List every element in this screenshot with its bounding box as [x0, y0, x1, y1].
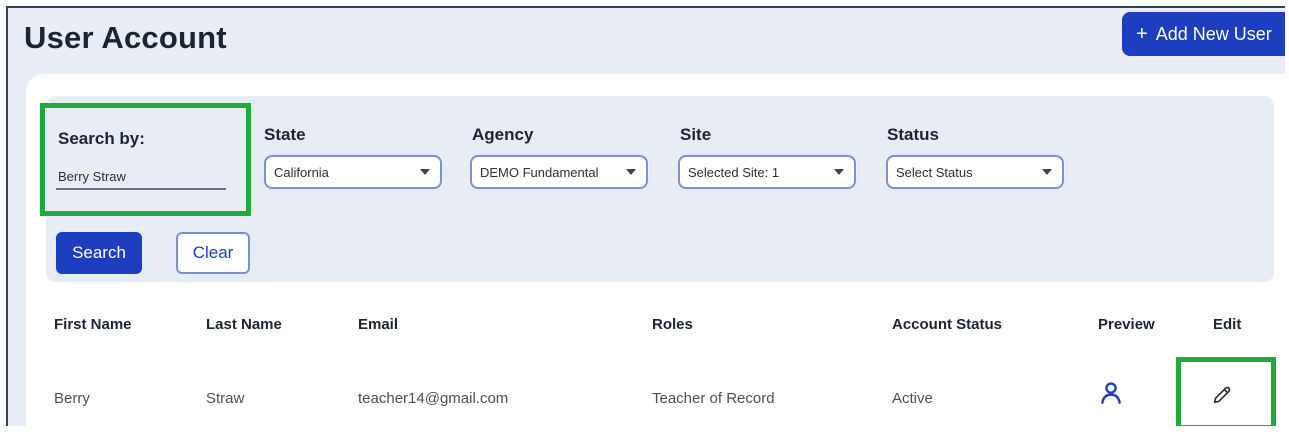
column-header-first-name: First Name — [54, 316, 132, 333]
cell-first-name: Berry — [54, 390, 90, 407]
column-header-email: Email — [358, 316, 399, 333]
column-header-roles: Roles — [652, 316, 693, 333]
status-label: Status — [887, 125, 939, 144]
site-select-value: Selected Site: 1 — [688, 164, 780, 180]
cell-last-name: Straw — [206, 390, 245, 407]
cell-role: Teacher of Record — [652, 390, 775, 407]
column-header-edit: Edit — [1213, 316, 1242, 333]
status-select-value: Select Status — [896, 164, 973, 180]
app-frame: User Account + Add New User Search by: S… — [6, 6, 1285, 426]
status-select[interactable]: Select Status — [886, 155, 1064, 189]
page-title: User Account — [24, 20, 227, 55]
search-button[interactable]: Search — [56, 232, 142, 274]
cell-email: teacher14@gmail.com — [358, 390, 509, 407]
chevron-down-icon — [1042, 169, 1052, 175]
state-label: State — [264, 125, 306, 144]
site-select[interactable]: Selected Site: 1 — [678, 155, 856, 189]
pencil-icon[interactable] — [1211, 384, 1233, 406]
agency-select-value: DEMO Fundamental — [480, 164, 599, 180]
column-header-preview: Preview — [1098, 316, 1155, 333]
chevron-down-icon — [626, 169, 636, 175]
user-icon[interactable] — [1098, 380, 1124, 406]
search-input[interactable] — [56, 164, 226, 190]
chevron-down-icon — [834, 169, 844, 175]
chevron-down-icon — [420, 169, 430, 175]
state-select-value: California — [274, 164, 329, 180]
content-card: Search by: State California Agency DEMO … — [26, 74, 1285, 426]
search-by-label: Search by: — [58, 129, 145, 148]
state-select[interactable]: California — [264, 155, 442, 189]
agency-select[interactable]: DEMO Fundamental — [470, 155, 648, 189]
cell-account-status: Active — [892, 390, 933, 407]
clear-button[interactable]: Clear — [176, 232, 250, 274]
agency-label: Agency — [472, 125, 534, 144]
column-header-account-status: Account Status — [892, 316, 1003, 333]
add-new-user-button[interactable]: + Add New User — [1122, 12, 1285, 56]
add-new-user-label: Add New User — [1155, 23, 1272, 44]
plus-icon: + — [1136, 22, 1148, 45]
site-label: Site — [680, 125, 712, 144]
column-header-last-name: Last Name — [206, 316, 282, 333]
